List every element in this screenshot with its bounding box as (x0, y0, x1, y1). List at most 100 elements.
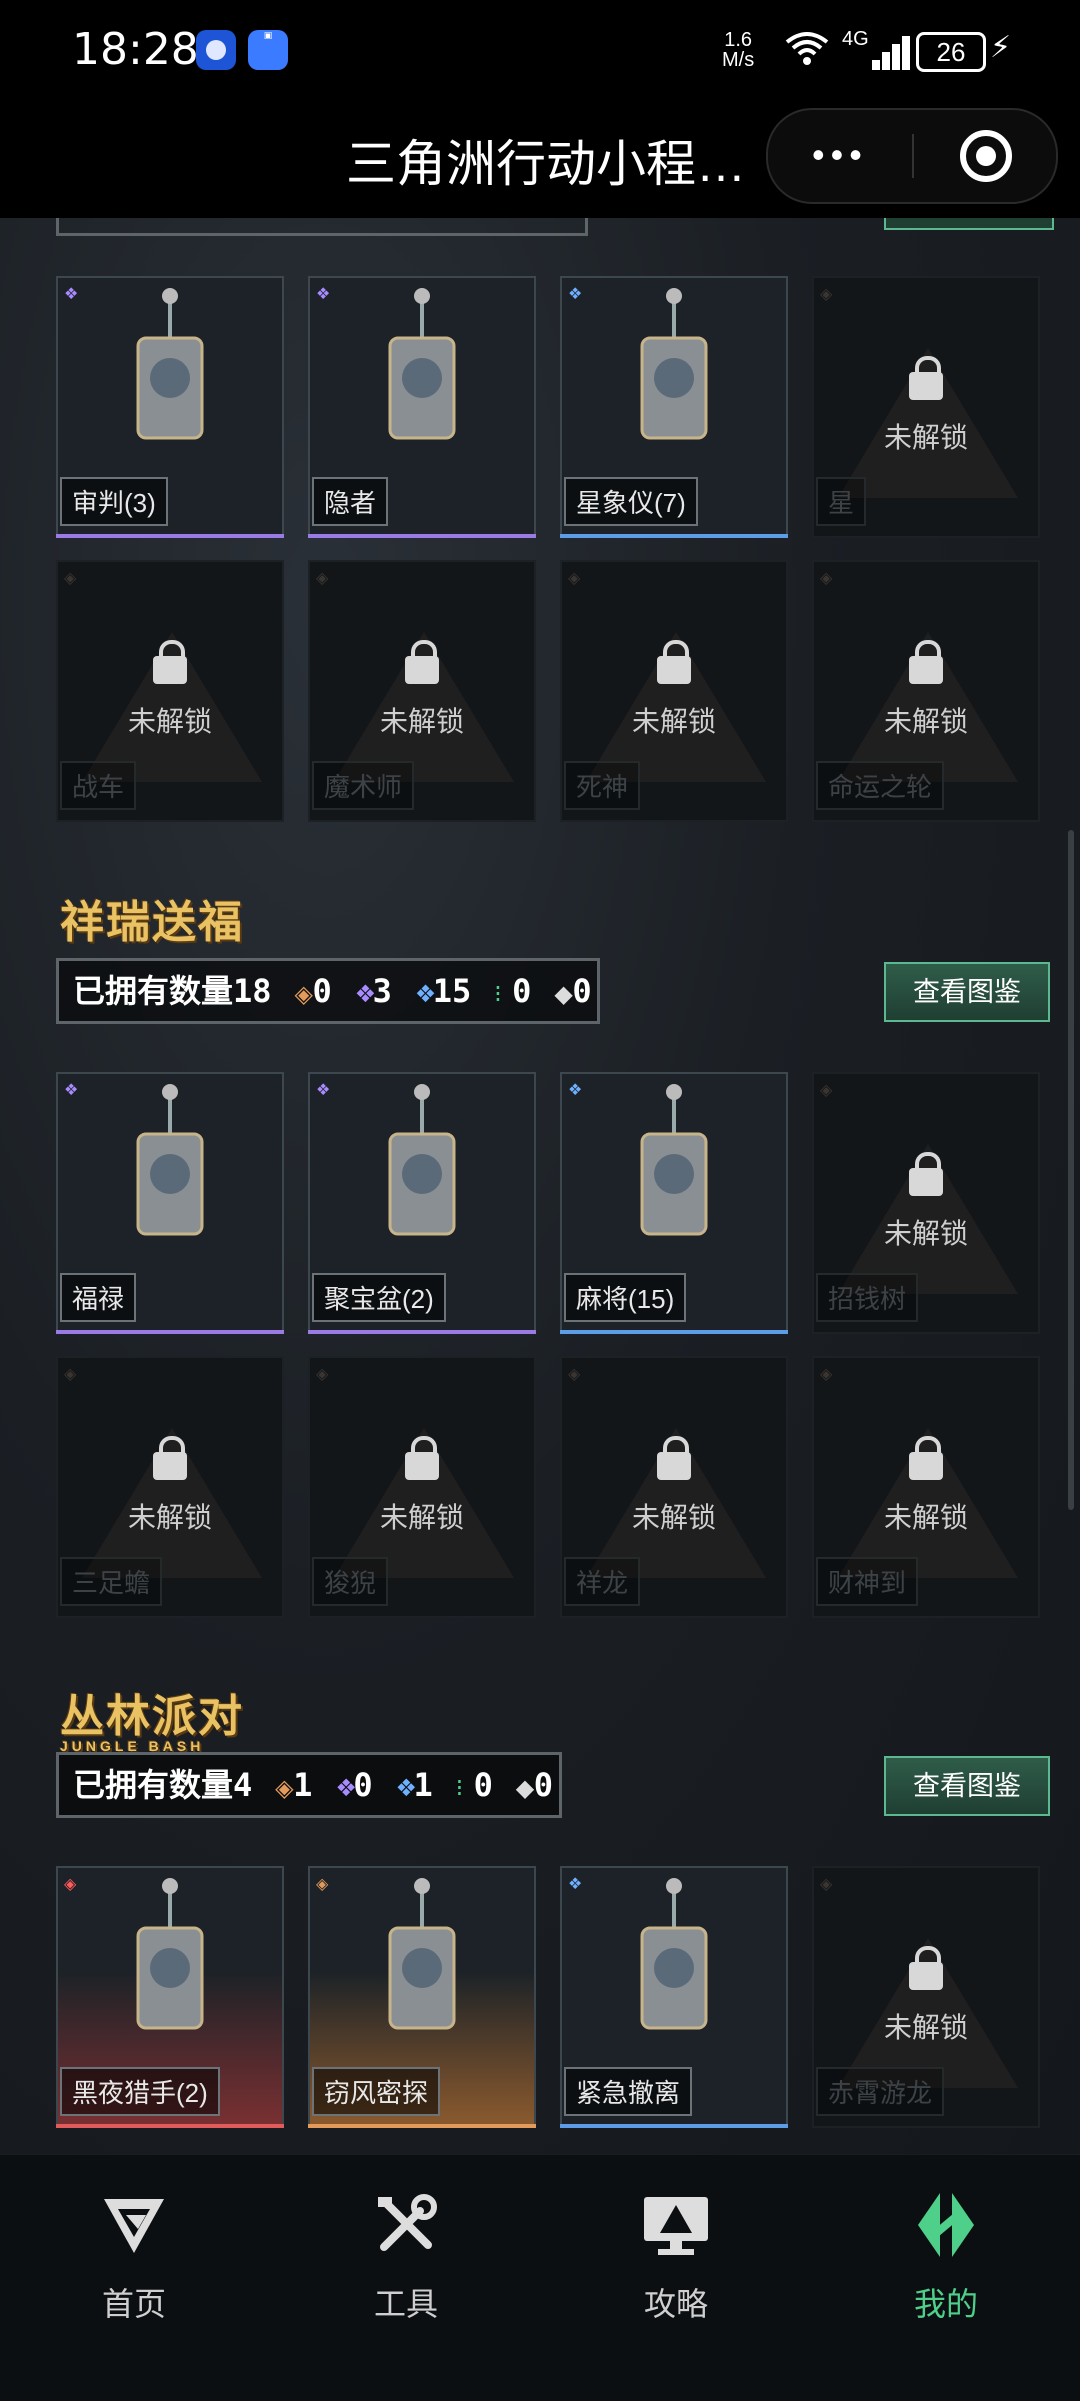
tab-guide[interactable]: 攻略 (596, 2189, 756, 2325)
tab-profile[interactable]: 我的 (866, 2189, 1026, 2325)
locked-label: 未解锁 (127, 706, 212, 737)
profile-logo-icon (918, 2193, 974, 2257)
rarity-bar (560, 534, 788, 538)
blue-gem-icon: ❖ (414, 981, 437, 1008)
lock-icon (909, 1152, 943, 1200)
locked-label: 未解锁 (883, 1502, 968, 1533)
scrollbar[interactable] (1068, 830, 1074, 1510)
more-icon[interactable]: ••• (812, 134, 868, 176)
lock-overlay: 未解锁 (58, 640, 282, 740)
orange-rarity-icon: ◈ (316, 1366, 329, 1383)
collection-item-card[interactable]: ◈ 未解锁 赤霄游龙 (812, 1866, 1040, 2128)
orange-rarity-icon: ◈ (820, 1876, 833, 1893)
tab-label: 我的 (913, 2286, 978, 2322)
close-target-icon[interactable] (960, 130, 1012, 182)
orange-rarity-icon: ◈ (820, 1082, 833, 1099)
white-gem-icon: ◆ (554, 981, 573, 1008)
lock-overlay: 未解锁 (814, 1436, 1038, 1536)
collection-item-card[interactable]: ◈ 未解锁 财神到 (812, 1356, 1040, 1618)
item-name-label: 隐者 (312, 477, 389, 526)
item-name-label: 星 (816, 477, 867, 526)
locked-label: 未解锁 (883, 706, 968, 737)
network-speed: 1.6 M/s (722, 29, 755, 71)
lock-icon (657, 1436, 691, 1484)
miniprogram-capsule: ••• (766, 108, 1058, 204)
app-notification-icon-2: ▣ (248, 30, 288, 70)
tab-label: 工具 (373, 2286, 438, 2322)
charging-icon: ⚡ (990, 31, 1012, 64)
purple-rarity-icon: ❖ (316, 1082, 331, 1099)
collection-item-card[interactable]: ◈ 未解锁 祥龙 (560, 1356, 788, 1618)
collection-item-card[interactable]: ◈ 未解锁星 (812, 276, 1040, 538)
lock-overlay: 未解锁 (310, 640, 534, 740)
item-name-label: 麻将(15) (564, 1273, 687, 1322)
owned-count-bar: 已拥有数量4 ◈1 ❖0 ❖1 ⁝ 0 ◆0 (56, 1752, 562, 1818)
collection-item-card[interactable]: ◈ 未解锁 狻猊 (308, 1356, 536, 1618)
lock-overlay: 未解锁 (310, 1436, 534, 1536)
section-banner-jungle: 丛林派对 JUNGLE BASH (60, 1691, 244, 1754)
item-name-label: 招钱树 (816, 1273, 919, 1322)
rarity-bar (560, 1330, 788, 1334)
collection-item-card[interactable]: ◈ 未解锁 三足蟾 (56, 1356, 284, 1618)
collection-item-card[interactable]: ◈ 未解锁 魔术师 (308, 560, 536, 822)
white-gem-icon: ◆ (515, 1775, 535, 1802)
purple-rarity-icon: ❖ (316, 286, 331, 303)
bottom-tab-bar: 首页 工具 攻略 我的 (0, 2154, 1080, 2401)
orange-rarity-icon: ◈ (568, 1366, 581, 1383)
purple-rarity-icon: ❖ (64, 286, 79, 303)
item-name-label: 星象仪(7) (564, 477, 698, 526)
orange-rarity-icon: ◈ (820, 286, 833, 303)
status-time: 18:28 (72, 24, 199, 75)
lock-icon (909, 640, 943, 688)
collection-item-card[interactable]: ❖ 星象仪(7) (560, 276, 788, 538)
lock-icon (405, 640, 439, 688)
collection-item-card[interactable]: ❖ 福禄 (56, 1072, 284, 1334)
tab-home[interactable]: 首页 (54, 2189, 214, 2325)
tab-label: 首页 (101, 2286, 166, 2322)
view-catalog-button[interactable]: 查看图鉴 (884, 962, 1050, 1022)
rarity-bar (560, 2124, 788, 2128)
lock-icon (405, 1436, 439, 1484)
collection-item-card[interactable]: ◈ 未解锁 战车 (56, 560, 284, 822)
locked-label: 未解锁 (883, 2012, 968, 2043)
orange-rarity-icon: ◈ (316, 570, 329, 587)
collection-item-card[interactable]: ◈ 未解锁 命运之轮 (812, 560, 1040, 822)
prev-owned-bar (56, 218, 588, 236)
item-name-label: 三足蟾 (60, 1557, 163, 1606)
collection-item-card[interactable]: ◈ 未解锁 招钱树 (812, 1072, 1040, 1334)
owned-count-bar: 已拥有数量18 ◈0 ❖3 ❖15 ⁝ 0 ◆0 (56, 958, 600, 1024)
view-catalog-button[interactable]: 查看图鉴 (884, 1756, 1050, 1816)
tab-label: 攻略 (643, 2286, 708, 2322)
tools-icon (378, 2194, 437, 2251)
collection-item-card[interactable]: ❖ 紧急撤离 (560, 1866, 788, 2128)
collection-item-card[interactable]: ❖ 隐者 (308, 276, 536, 538)
collection-item-card[interactable]: ❖ 审判(3) (56, 276, 284, 538)
signal-icon (860, 30, 910, 70)
collection-content[interactable]: ❖ 审判(3) ❖ 隐者 ❖ 星象仪(7) ◈ 未解锁星 ◈ 未解锁 战车 ◈ 未解锁 魔术师 ◈ 未解锁 死神… (0, 218, 1080, 2154)
tab-tools[interactable]: 工具 (326, 2189, 486, 2325)
item-name-label: 福禄 (60, 1273, 137, 1322)
collection-item-card[interactable]: ◈ 未解锁 死神 (560, 560, 788, 822)
item-name-label: 聚宝盆(2) (312, 1273, 446, 1322)
item-name-label: 紧急撤离 (564, 2067, 693, 2116)
lock-overlay: 未解锁 (58, 1436, 282, 1536)
title-bar: 三角洲行动小程… ••• (0, 100, 1080, 218)
blue-rarity-icon: ❖ (568, 286, 583, 303)
collection-item-card[interactable]: ◈ 窃风密探 (308, 1866, 536, 2128)
status-bar: 18:28 ▣ 1.6 M/s 4G 26 ⚡ (0, 0, 1080, 100)
purple-gem-icon: ❖ (354, 981, 377, 1008)
collection-item-card[interactable]: ❖ 聚宝盆(2) (308, 1072, 536, 1334)
collection-item-card[interactable]: ◈ 黑夜猎手(2) (56, 1866, 284, 2128)
app-notification-icon (196, 30, 236, 70)
green-gem-icon: ⁝ (494, 981, 502, 1008)
collection-item-card[interactable]: ❖ 麻将(15) (560, 1072, 788, 1334)
item-name-label: 审判(3) (60, 477, 168, 526)
guide-monitor-icon (644, 2197, 708, 2255)
prev-view-button[interactable] (884, 218, 1054, 230)
lock-icon (153, 640, 187, 688)
orange-rarity-icon: ◈ (820, 570, 833, 587)
lock-icon (909, 356, 943, 404)
lock-icon (153, 1436, 187, 1484)
blue-rarity-icon: ❖ (568, 1876, 583, 1893)
orange-rarity-icon: ◈ (568, 570, 581, 587)
